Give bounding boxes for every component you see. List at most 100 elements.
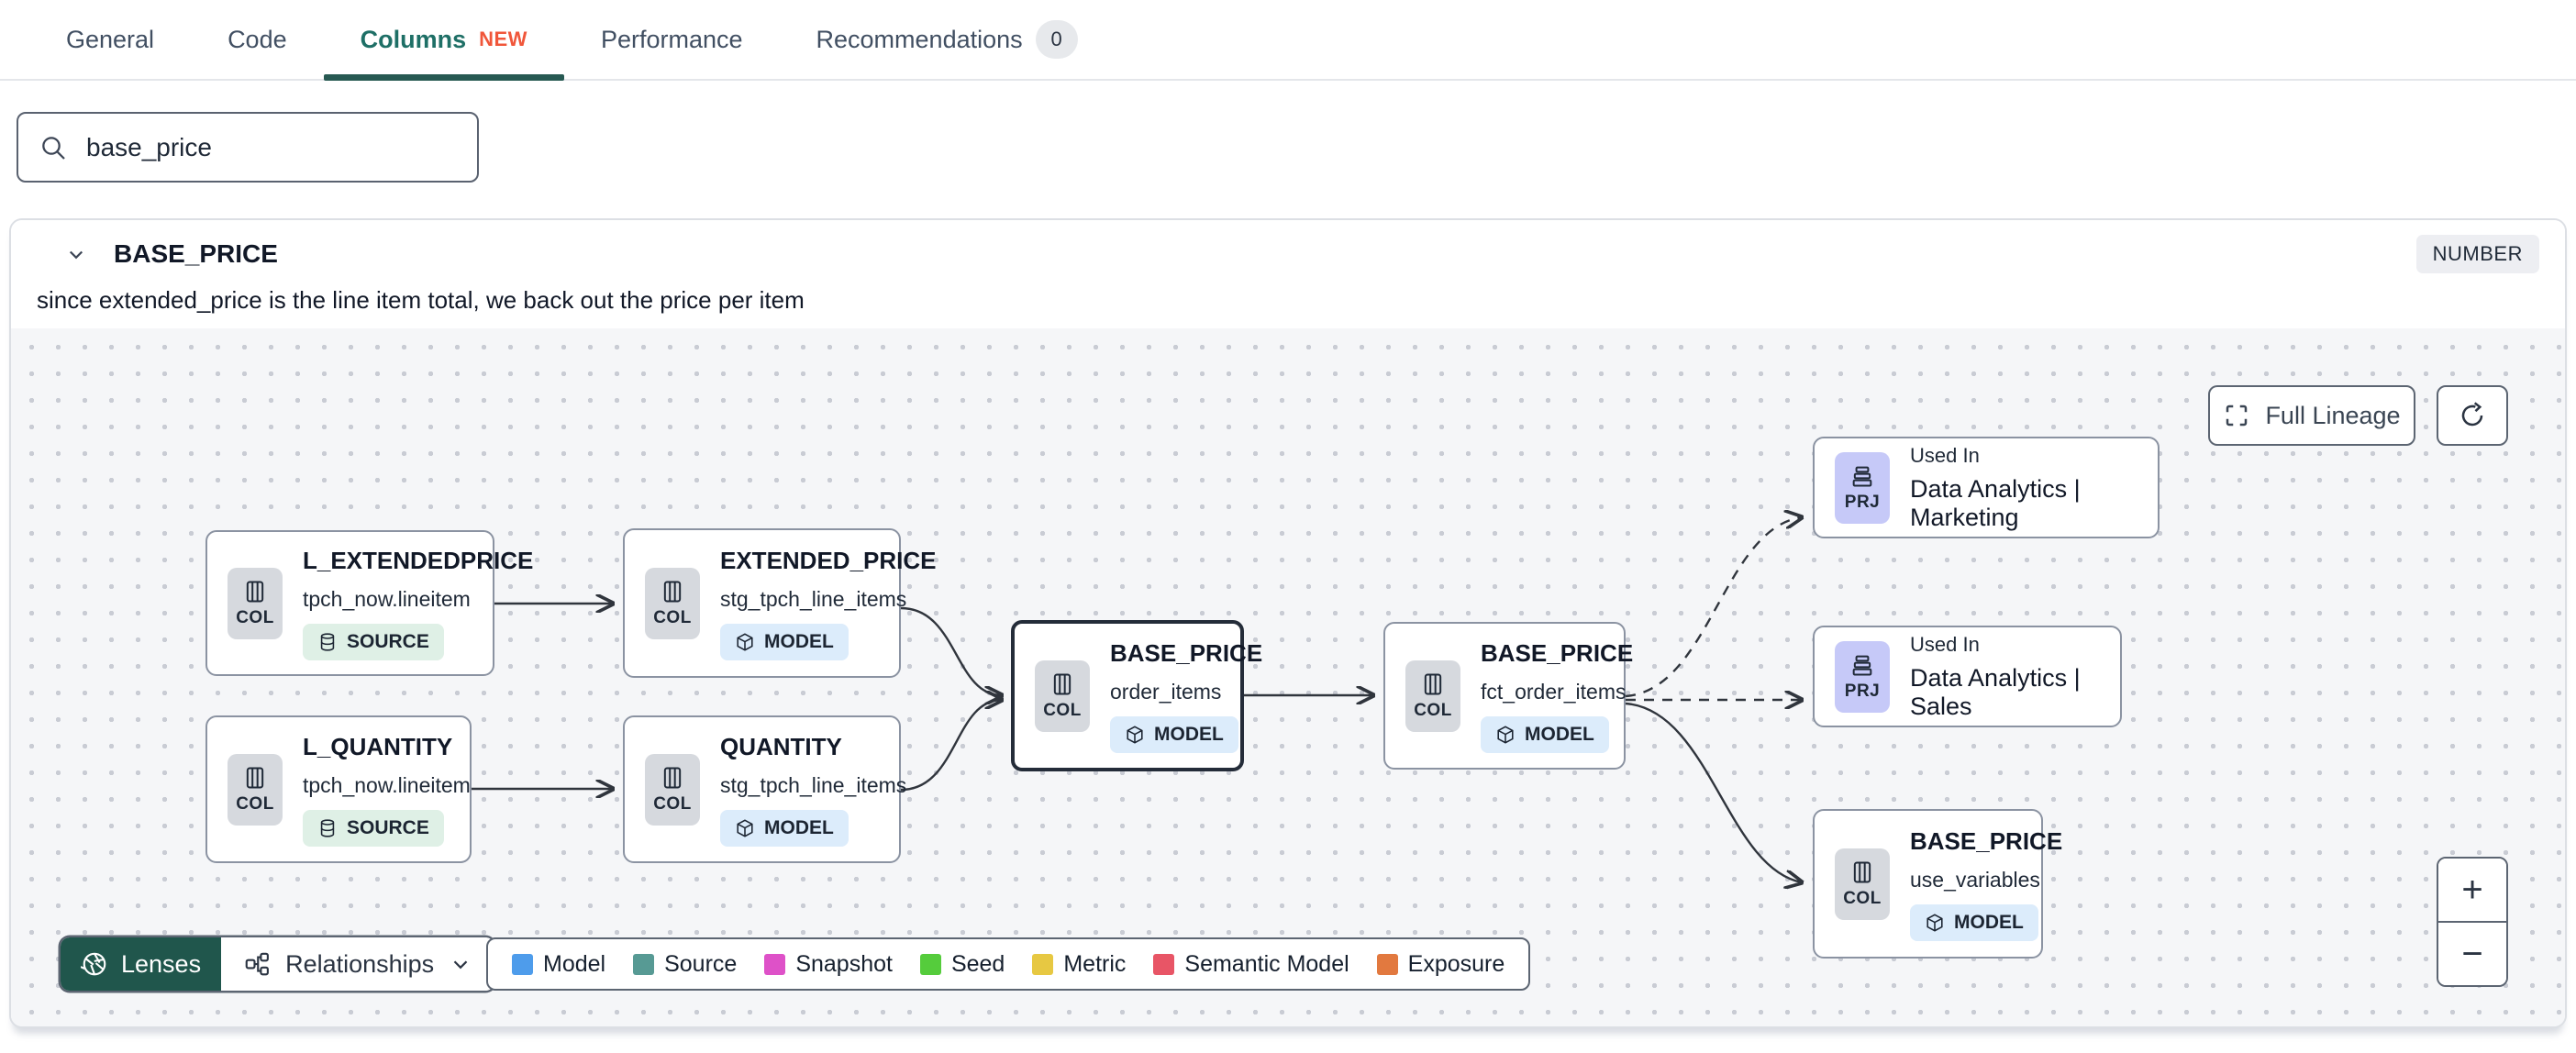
model-swatch <box>512 953 533 975</box>
lineage-node-l-extendedprice[interactable]: COL L_EXTENDEDPRICE tpch_now.lineitem SO… <box>205 530 533 676</box>
lineage-node-base-price-use-variables[interactable]: COL BASE_PRICE use_variables MODEL <box>1813 809 2062 959</box>
node-kind-tag: COL <box>653 607 692 627</box>
tab-label: Columns <box>360 25 467 53</box>
column-icon: COL <box>645 753 700 826</box>
node-kind-tag: COL <box>1414 700 1452 720</box>
full-lineage-label: Full Lineage <box>2265 401 2401 429</box>
node-kind-tag: COL <box>236 607 274 627</box>
column-panel-header: BASE_PRICE NUMBER since extended_price i… <box>11 220 2565 328</box>
node-subtitle: stg_tpch_line_items <box>720 772 907 797</box>
model-badge: MODEL <box>1910 903 2038 941</box>
zoom-controls: + − <box>2437 857 2508 987</box>
cube-icon <box>1926 913 1943 932</box>
node-subtitle: Data Analytics | Marketing <box>1910 474 2081 531</box>
cube-icon <box>737 632 753 651</box>
node-title: BASE_PRICE <box>1481 638 1634 667</box>
lenses-label: Lenses <box>121 949 202 978</box>
column-icon: COL <box>645 567 700 639</box>
app: General Code Columns NEW Performance Rec… <box>0 0 2576 1053</box>
node-title: BASE_PRICE <box>1910 826 2063 855</box>
tab-recommendations[interactable]: Recommendations 0 <box>780 0 1115 79</box>
tab-code[interactable]: Code <box>191 0 324 79</box>
node-type-legend: Model Source Snapshot Seed Metric Semant… <box>486 937 1531 991</box>
column-icon: COL <box>1835 848 1890 920</box>
relationships-dropdown[interactable]: Relationships <box>221 937 495 991</box>
zoom-in-button[interactable]: + <box>2438 859 2506 923</box>
seed-swatch <box>919 953 941 975</box>
lenses-button[interactable]: Lenses <box>61 937 222 991</box>
node-title: BASE_PRICE <box>1110 638 1263 667</box>
node-subtitle: order_items <box>1110 679 1222 704</box>
full-lineage-button[interactable]: Full Lineage <box>2208 385 2415 446</box>
tab-label: Recommendations <box>816 25 1023 53</box>
node-kind-tag: PRJ <box>1844 492 1881 512</box>
legend-item-seed: Seed <box>919 951 1005 978</box>
node-title: Used In <box>1910 632 1980 656</box>
node-subtitle: fct_order_items <box>1481 679 1627 704</box>
tab-label: General <box>66 25 155 53</box>
tab-label: Code <box>228 25 287 53</box>
node-title: Used In <box>1910 443 1980 467</box>
lineage-node-quantity[interactable]: COL QUANTITY stg_tpch_line_items MODEL <box>623 715 906 863</box>
refresh-icon <box>2461 402 2483 427</box>
node-title: EXTENDED_PRICE <box>720 546 937 574</box>
column-panel: BASE_PRICE NUMBER since extended_price i… <box>9 218 2567 1028</box>
lineage-node-usedin-sales[interactable]: PRJ Used In Data Analytics | Sales <box>1813 626 2122 727</box>
tab-performance[interactable]: Performance <box>564 0 780 79</box>
exposure-swatch <box>1376 953 1398 975</box>
node-kind-tag: PRJ <box>1844 681 1881 701</box>
database-icon <box>320 818 335 837</box>
legend-item-metric: Metric <box>1032 951 1126 978</box>
semantic-model-swatch <box>1153 953 1175 975</box>
node-subtitle: Data Analytics | Sales <box>1910 663 2081 720</box>
column-icon: COL <box>228 567 283 639</box>
model-badge: MODEL <box>1110 715 1238 753</box>
relationships-label: Relationships <box>285 949 435 978</box>
node-kind-tag: COL <box>1843 888 1882 908</box>
lineage-node-base-price-order-items[interactable]: COL BASE_PRICE order_items MODEL <box>1011 620 1262 771</box>
tab-bar: General Code Columns NEW Performance Rec… <box>0 0 2576 81</box>
cube-icon <box>1497 725 1514 744</box>
column-icon: COL <box>1035 660 1090 732</box>
column-search <box>17 112 479 183</box>
chevron-down-icon[interactable] <box>62 240 90 268</box>
tab-columns[interactable]: Columns NEW <box>323 0 565 81</box>
legend-item-snapshot: Snapshot <box>764 951 893 978</box>
node-title: L_QUANTITY <box>303 732 453 760</box>
tab-general[interactable]: General <box>29 0 191 79</box>
refresh-button[interactable] <box>2437 385 2508 446</box>
zoom-out-button[interactable]: − <box>2438 923 2506 985</box>
column-description: since extended_price is the line item to… <box>37 286 805 314</box>
lineage-node-extended-price[interactable]: COL EXTENDED_PRICE stg_tpch_line_items M… <box>623 528 937 678</box>
node-subtitle: use_variables <box>1910 867 2040 892</box>
cube-icon <box>1127 725 1143 744</box>
column-type-badge: NUMBER <box>2415 235 2539 273</box>
hierarchy-icon <box>245 952 270 976</box>
node-title: L_EXTENDEDPRICE <box>303 546 534 574</box>
source-badge: SOURCE <box>303 809 444 847</box>
model-badge: MODEL <box>720 623 849 660</box>
search-icon <box>42 136 65 160</box>
node-subtitle: tpch_now.lineitem <box>303 772 471 797</box>
lineage-graph[interactable]: COL L_EXTENDEDPRICE tpch_now.lineitem SO… <box>11 328 2565 1026</box>
legend-item-model: Model <box>512 951 605 978</box>
search-input[interactable] <box>86 132 457 162</box>
count-badge: 0 <box>1035 20 1078 59</box>
lineage-node-l-quantity[interactable]: COL L_QUANTITY tpch_now.lineitem SOURCE <box>205 715 472 863</box>
column-icon: COL <box>228 753 283 826</box>
aperture-icon <box>81 952 106 976</box>
project-icon: PRJ <box>1835 640 1890 713</box>
lenses-control: Lenses Relationships <box>61 937 495 991</box>
snapshot-swatch <box>764 953 786 975</box>
new-badge: NEW <box>479 28 527 50</box>
project-icon: PRJ <box>1835 451 1890 524</box>
node-kind-tag: COL <box>236 793 274 814</box>
column-name: BASE_PRICE <box>114 239 278 268</box>
expand-icon <box>2226 405 2248 427</box>
node-kind-tag: COL <box>653 793 692 814</box>
cube-icon <box>737 818 753 837</box>
metric-swatch <box>1032 953 1054 975</box>
lineage-edges <box>472 328 2565 1026</box>
lineage-node-usedin-marketing[interactable]: PRJ Used In Data Analytics | Marketing <box>1813 437 2160 538</box>
lineage-node-base-price-fct-order-items[interactable]: COL BASE_PRICE fct_order_items MODEL <box>1383 622 1633 770</box>
